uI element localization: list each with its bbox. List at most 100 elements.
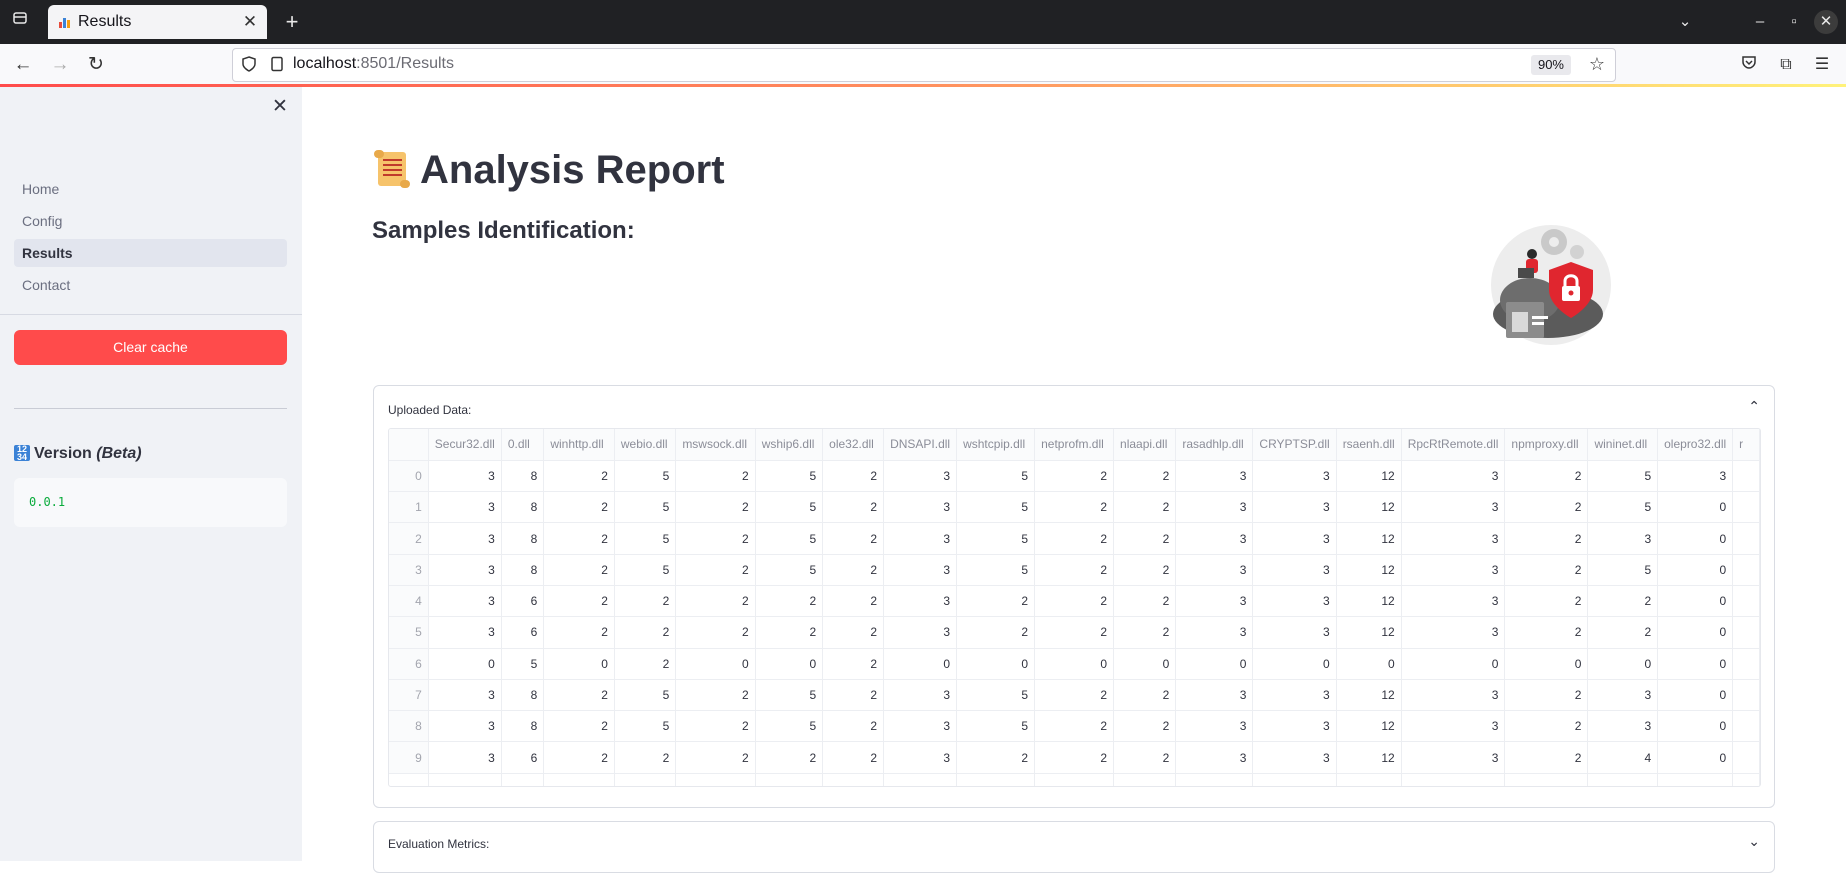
column-header[interactable]: olepro32.dll — [1657, 429, 1734, 461]
table-cell[interactable]: 0 — [1504, 648, 1589, 680]
table-cell[interactable]: 3 — [1252, 491, 1337, 524]
table-cell[interactable]: 2 — [543, 710, 615, 743]
table-cell[interactable]: 2 — [543, 741, 615, 774]
table-cell[interactable]: 3 — [883, 710, 958, 743]
table-cell[interactable]: 3 — [883, 741, 958, 774]
table-cell[interactable]: 12 — [1336, 491, 1402, 524]
new-tab-icon[interactable]: + — [280, 10, 304, 34]
table-cell[interactable]: 3 — [1175, 522, 1254, 555]
tab-overflow-chevron-icon[interactable]: ⌄ — [1673, 10, 1697, 34]
table-cell[interactable]: 2 — [1504, 460, 1589, 493]
table-cell[interactable]: 2 — [543, 616, 615, 649]
table-cell[interactable]: 3 — [1175, 585, 1254, 618]
table-cell[interactable]: 5 — [1587, 554, 1659, 586]
column-header[interactable]: netprofm.dll — [1034, 429, 1115, 461]
close-sidebar-icon[interactable]: ✕ — [270, 97, 290, 117]
table-cell[interactable]: 0 — [1252, 648, 1337, 680]
table-cell[interactable]: 2 — [1034, 554, 1115, 586]
table-cell[interactable]: 2 — [1034, 679, 1115, 712]
table-cell[interactable] — [1732, 648, 1760, 680]
table-cell[interactable]: 8 — [501, 679, 545, 712]
table-cell[interactable]: 0 — [1657, 491, 1734, 524]
table-cell[interactable] — [1732, 679, 1760, 712]
table-cell[interactable]: 2 — [675, 616, 756, 649]
table-cell[interactable]: 2 — [1504, 554, 1589, 586]
minimize-icon[interactable]: – — [1748, 10, 1772, 34]
chevron-up-icon[interactable]: ⌃ — [1748, 398, 1760, 415]
table-cell[interactable] — [1732, 616, 1760, 649]
table-cell[interactable]: 2 — [956, 741, 1036, 774]
table-cell[interactable]: 0 — [428, 648, 502, 680]
table-cell[interactable]: 3 — [883, 616, 958, 649]
table-cell[interactable]: 2 — [543, 522, 615, 555]
table-cell[interactable]: 2 — [543, 554, 615, 586]
column-header[interactable]: wship6.dll — [755, 429, 824, 461]
column-header[interactable]: ole32.dll — [822, 429, 885, 461]
table-cell[interactable]: 0 — [1175, 648, 1254, 680]
table-cell[interactable]: 2 — [822, 522, 885, 555]
table-cell[interactable]: 3 — [1401, 460, 1506, 493]
column-header[interactable]: CRYPTSP.dll — [1252, 429, 1337, 461]
table-cell[interactable]: 2 — [543, 460, 615, 493]
table-cell[interactable]: 3 — [883, 554, 958, 586]
bookmark-star-icon[interactable]: ☆ — [1589, 54, 1605, 75]
table-cell[interactable]: 2 — [1034, 460, 1115, 493]
table-cell[interactable]: 2 — [1504, 585, 1589, 618]
table-cell[interactable]: 2 — [822, 460, 885, 493]
table-cell[interactable]: 2 — [543, 585, 615, 618]
table-cell[interactable]: 2 — [1504, 616, 1589, 649]
table-cell[interactable]: 5 — [614, 554, 677, 586]
table-cell[interactable]: 3 — [428, 460, 502, 493]
table-cell[interactable]: 2 — [543, 679, 615, 712]
chevron-down-icon[interactable]: ⌄ — [1748, 833, 1760, 850]
table-cell[interactable]: 0 — [1657, 648, 1734, 680]
reload-icon[interactable]: ↻ — [83, 52, 109, 78]
table-cell[interactable]: 2 — [614, 648, 677, 680]
column-header[interactable]: wininet.dll — [1587, 429, 1659, 461]
table-cell[interactable]: 0 — [1657, 585, 1734, 618]
sidebar-item-contact[interactable]: Contact — [14, 271, 287, 299]
table-cell[interactable]: 3 — [1252, 679, 1337, 712]
table-cell[interactable]: 5 — [755, 710, 824, 743]
table-cell[interactable]: 3 — [428, 491, 502, 524]
table-cell[interactable] — [1732, 460, 1760, 493]
table-cell[interactable]: 2 — [614, 616, 677, 649]
table-cell[interactable]: 12 — [1336, 679, 1402, 712]
table-cell[interactable]: 3 — [1252, 710, 1337, 743]
table-row[interactable]: 4 3 6 2 2 2 2 2 3 2 2 2 3 3 12 3 2 2 0 — [389, 585, 1760, 618]
table-cell[interactable]: 12 — [1336, 616, 1402, 649]
table-cell[interactable]: 3 — [1401, 616, 1506, 649]
table-cell[interactable]: 3 — [1252, 460, 1337, 493]
table-cell[interactable]: 3 — [1657, 460, 1734, 493]
table-cell[interactable]: 12 — [1336, 522, 1402, 555]
table-cell[interactable]: 2 — [1113, 741, 1177, 774]
table-cell[interactable] — [1732, 741, 1760, 774]
table-cell[interactable]: 3 — [1175, 710, 1254, 743]
list-all-tabs-icon[interactable] — [8, 10, 32, 34]
table-cell[interactable]: 3 — [428, 585, 502, 618]
table-cell[interactable]: 0 — [1657, 679, 1734, 712]
table-cell[interactable]: 3 — [428, 522, 502, 555]
table-cell[interactable]: 2 — [675, 491, 756, 524]
evaluation-metrics-expander[interactable]: Evaluation Metrics: ⌄ — [373, 821, 1775, 873]
table-cell[interactable]: 6 — [501, 741, 545, 774]
table-cell[interactable]: 3 — [428, 710, 502, 743]
table-cell[interactable]: 0 — [1657, 522, 1734, 555]
table-cell[interactable]: 3 — [428, 616, 502, 649]
clear-cache-button[interactable]: Clear cache — [14, 330, 287, 365]
table-cell[interactable]: 3 — [883, 679, 958, 712]
table-cell[interactable]: 5 — [755, 460, 824, 493]
table-cell[interactable]: 2 — [822, 585, 885, 618]
table-cell[interactable]: 2 — [1113, 710, 1177, 743]
forward-icon[interactable]: → — [47, 52, 73, 78]
table-cell[interactable]: 0 — [1336, 648, 1402, 680]
table-cell[interactable]: 2 — [1504, 741, 1589, 774]
table-cell[interactable]: 5 — [755, 554, 824, 586]
table-cell[interactable]: 3 — [1252, 616, 1337, 649]
table-cell[interactable]: 5 — [755, 522, 824, 555]
column-header[interactable]: npmproxy.dll — [1504, 429, 1589, 461]
table-cell[interactable]: 5 — [956, 710, 1036, 743]
table-cell[interactable]: 8 — [501, 554, 545, 586]
table-cell[interactable]: 2 — [1034, 585, 1115, 618]
table-cell[interactable]: 0 — [675, 648, 756, 680]
